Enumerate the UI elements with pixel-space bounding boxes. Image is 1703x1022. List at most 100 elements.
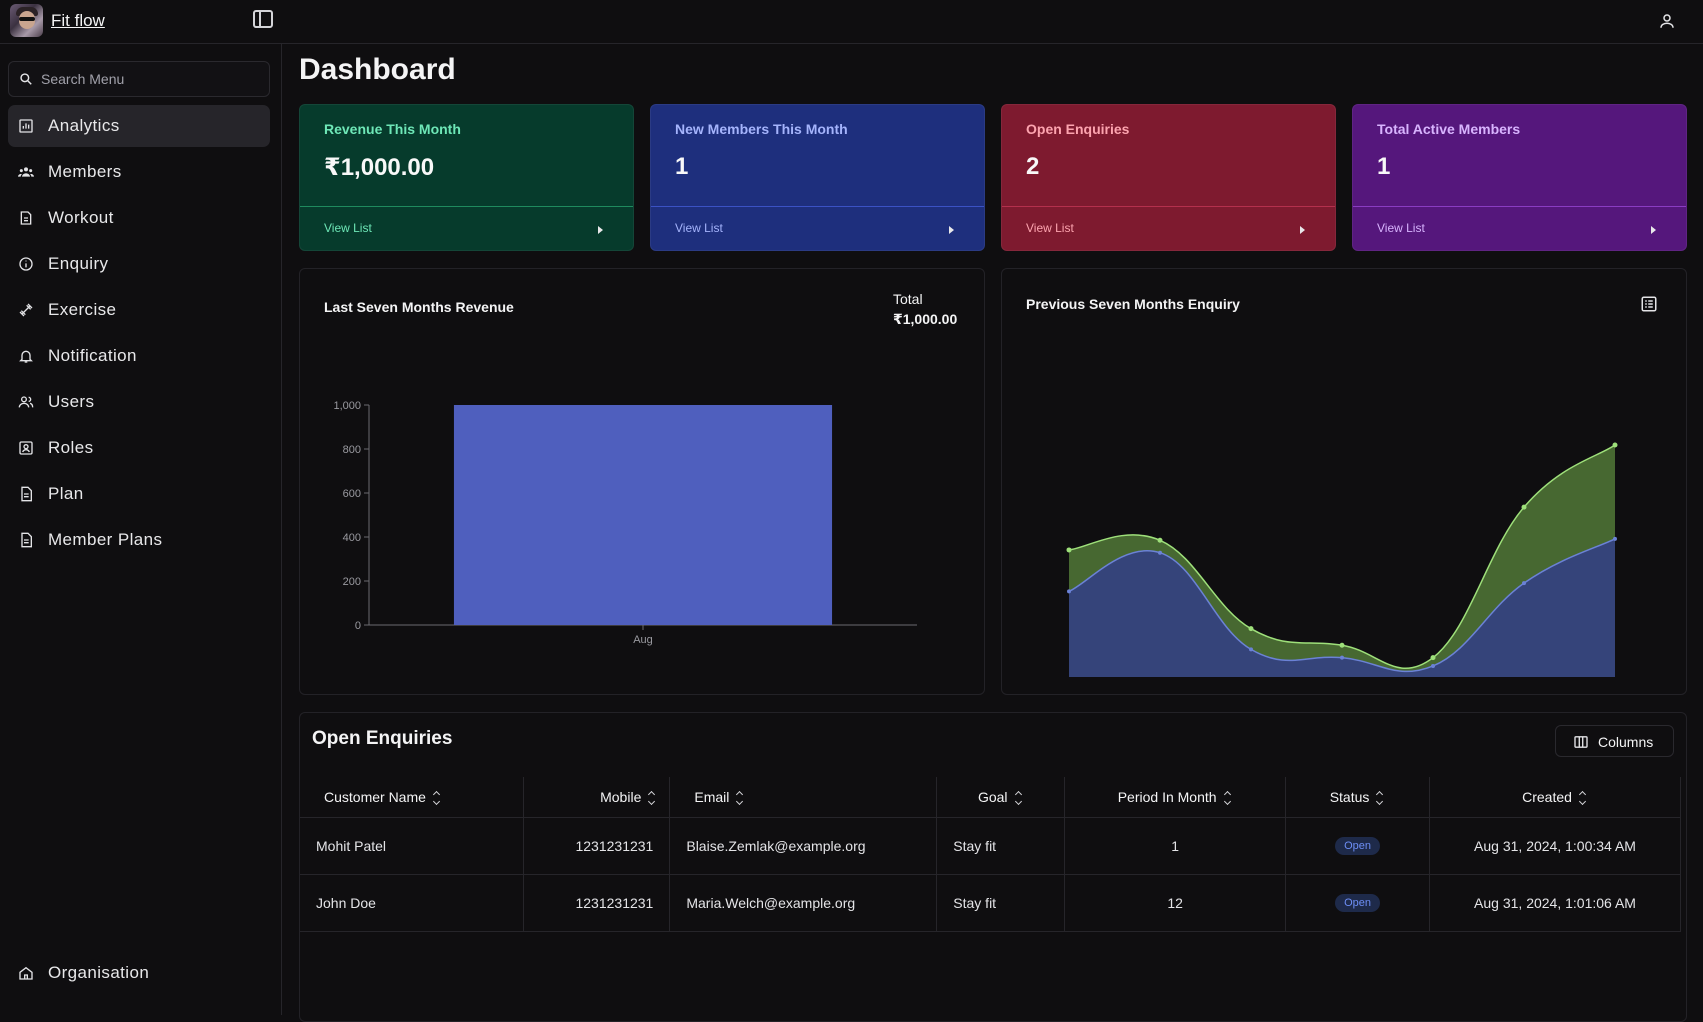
sidebar-item-plan[interactable]: Plan	[8, 473, 270, 515]
user-icon[interactable]	[1658, 12, 1676, 30]
card-value: ₹1,000.00	[324, 154, 435, 181]
point-series-1	[1522, 581, 1526, 586]
dumbbell-icon	[19, 303, 33, 317]
card-divider	[1002, 206, 1335, 207]
cell-email: Blaise.Zemlak@example.org	[669, 817, 938, 875]
app-logo-avatar[interactable]	[10, 4, 43, 37]
header-mobile[interactable]: Mobile	[523, 777, 671, 818]
y-tick-label: 600	[343, 488, 361, 500]
enquiry-chart-panel: Previous Seven Months Enquiry	[1001, 268, 1687, 695]
revenue-chart-panel: Last Seven Months Revenue Total ₹1,000.0…	[299, 268, 985, 695]
point-series-1	[1431, 663, 1435, 668]
status-badge: Open	[1335, 837, 1381, 855]
table-row[interactable]: John Doe 1231231231 Maria.Welch@example.…	[300, 874, 1681, 932]
active-members-card: Total Active Members 1 View List	[1352, 104, 1687, 251]
cell-period: 12	[1064, 874, 1287, 932]
view-list-link[interactable]: View List	[1377, 221, 1425, 235]
sidebar-item-workout[interactable]: Workout	[8, 197, 270, 239]
app-name-link[interactable]: Fit flow	[51, 11, 105, 31]
header-status[interactable]: Status	[1285, 777, 1431, 818]
card-divider	[651, 206, 984, 207]
cell-status: Open	[1285, 817, 1431, 875]
cell-period: 1	[1064, 817, 1287, 875]
view-list-link[interactable]: View List	[675, 221, 723, 235]
y-tick-label: 0	[355, 620, 361, 632]
cell-customer-name: Mohit Patel	[300, 817, 525, 875]
cell-customer-name: John Doe	[300, 874, 525, 932]
sort-icon[interactable]	[649, 791, 657, 805]
point-series-1	[1067, 589, 1071, 594]
header-period[interactable]: Period In Month	[1064, 777, 1287, 818]
sort-icon[interactable]	[434, 791, 442, 805]
point-series-2	[1066, 547, 1072, 553]
sidebar-item-roles[interactable]: Roles	[8, 427, 270, 469]
header-label: Email	[694, 788, 730, 805]
y-tick-label: 400	[343, 532, 361, 544]
y-tick-label: 200	[343, 576, 361, 588]
caret-right-icon[interactable]	[1651, 226, 1656, 234]
caret-right-icon[interactable]	[1300, 226, 1305, 234]
sidebar-nav: Analytics Members Workout Enquiry Exerci…	[8, 105, 270, 565]
users-icon	[18, 396, 34, 408]
sidebar-item-users[interactable]: Users	[8, 381, 270, 423]
sort-icon[interactable]	[737, 791, 745, 805]
sidebar-item-enquiry[interactable]: Enquiry	[8, 243, 270, 285]
sidebar-item-members[interactable]: Members	[8, 151, 270, 193]
document-icon	[21, 486, 32, 502]
sidebar-toggle-icon[interactable]	[253, 10, 273, 28]
table-header-row: Customer Name Mobile Email Goal Period I…	[300, 777, 1681, 818]
document-icon	[21, 532, 32, 548]
enquiries-table: Customer Name Mobile Email Goal Period I…	[300, 777, 1681, 932]
sidebar-item-notification[interactable]: Notification	[8, 335, 270, 377]
sidebar-item-label: Organisation	[48, 963, 150, 982]
sidebar-item-label: Enquiry	[48, 254, 109, 273]
sidebar-item-member-plans[interactable]: Member Plans	[8, 519, 270, 561]
sidebar-item-exercise[interactable]: Exercise	[8, 289, 270, 331]
caret-right-icon[interactable]	[949, 226, 954, 234]
header-label: Created	[1522, 788, 1572, 805]
search-input[interactable]	[41, 69, 261, 89]
view-list-link[interactable]: View List	[1026, 221, 1074, 235]
cell-status: Open	[1285, 874, 1431, 932]
header-customer-name[interactable]: Customer Name	[300, 777, 525, 818]
sort-icon[interactable]	[1580, 791, 1588, 805]
table-row[interactable]: Mohit Patel 1231231231 Blaise.Zemlak@exa…	[300, 817, 1681, 875]
sort-icon[interactable]	[1377, 791, 1385, 805]
home-icon	[19, 966, 33, 980]
sidebar-item-organisation[interactable]: Organisation	[8, 952, 270, 994]
users-group-icon	[18, 167, 34, 177]
sidebar-item-label: Workout	[48, 208, 114, 227]
info-icon	[19, 257, 33, 271]
caret-right-icon[interactable]	[598, 226, 603, 234]
sidebar-item-label: Roles	[48, 438, 94, 457]
header-label: Mobile	[600, 788, 642, 805]
sidebar-item-label: Analytics	[48, 116, 120, 135]
sort-icon[interactable]	[1225, 791, 1233, 805]
cell-goal: Stay fit	[936, 817, 1066, 875]
card-title: Revenue This Month	[324, 121, 461, 137]
point-series-2	[1248, 626, 1254, 632]
view-list-link[interactable]: View List	[324, 221, 372, 235]
header-label: Goal	[977, 788, 1008, 805]
sidebar-item-analytics[interactable]: Analytics	[8, 105, 270, 147]
card-divider	[1353, 206, 1686, 207]
cell-mobile: 1231231231	[523, 874, 671, 932]
header-created[interactable]: Created	[1429, 777, 1681, 818]
bar-chart-icon	[19, 119, 33, 133]
search-menu	[8, 61, 270, 97]
card-value: 1	[675, 153, 689, 180]
point-series-2	[1339, 642, 1345, 648]
columns-button[interactable]: Columns	[1555, 725, 1674, 757]
bar	[453, 405, 833, 625]
clipboard-icon	[20, 211, 32, 225]
sort-icon[interactable]	[1016, 791, 1024, 805]
x-tick-label: Aug	[633, 634, 653, 646]
point-series-2	[1612, 442, 1618, 448]
open-enquiries-card: Open Enquiries 2 View List	[1001, 104, 1336, 251]
sidebar-item-label: Plan	[48, 484, 84, 503]
status-badge: Open	[1335, 894, 1381, 912]
header-goal[interactable]: Goal	[936, 777, 1066, 818]
cell-created: Aug 31, 2024, 1:01:06 AM	[1429, 874, 1681, 932]
table-title: Open Enquiries	[312, 728, 453, 749]
header-email[interactable]: Email	[669, 777, 938, 818]
